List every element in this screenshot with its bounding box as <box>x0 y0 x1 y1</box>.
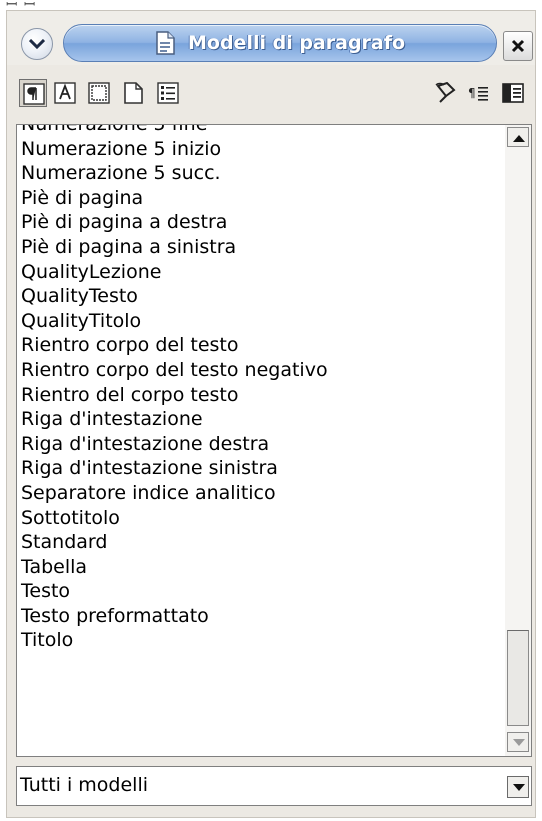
list-item[interactable]: Riga d'intestazione destra <box>17 432 505 457</box>
list-item[interactable]: Tabella <box>17 555 505 580</box>
list-styles-button[interactable] <box>154 79 182 107</box>
fill-format-mode-button[interactable] <box>431 79 459 107</box>
styles-list-box: Numerazione 5 fine Numerazione 5 inizio … <box>16 124 532 757</box>
list-item[interactable]: Riga d'intestazione <box>17 407 505 432</box>
update-style-button[interactable] <box>499 79 527 107</box>
styles-list[interactable]: Numerazione 5 fine Numerazione 5 inizio … <box>17 125 505 756</box>
list-item[interactable]: Numerazione 5 fine <box>17 125 505 137</box>
chevron-down-icon <box>29 39 45 49</box>
list-item[interactable]: QualityTitolo <box>17 309 505 334</box>
arrow-up-icon <box>513 135 525 142</box>
character-styles-button[interactable] <box>51 79 79 107</box>
list-item-selected-row: QualityTesto <box>17 284 505 309</box>
list-item[interactable]: Piè di pagina <box>17 186 505 211</box>
window-menu-button[interactable] <box>21 28 53 60</box>
svg-text:¶: ¶ <box>468 86 476 100</box>
list-item[interactable]: Riga d'intestazione sinistra <box>17 456 505 481</box>
arrow-down-icon <box>513 739 525 746</box>
scroll-down-button[interactable] <box>507 732 529 752</box>
chevron-down-icon <box>513 784 525 791</box>
frame-styles-icon <box>88 82 110 104</box>
scrollbar-thumb[interactable] <box>507 630 529 726</box>
new-style-from-selection-button[interactable]: ¶ <box>465 79 493 107</box>
list-item[interactable]: Testo <box>17 579 505 604</box>
document-icon <box>156 31 175 55</box>
stylist-toolbar: ¶ <box>7 73 535 117</box>
character-styles-icon <box>54 82 76 104</box>
list-item[interactable]: Titolo <box>17 628 505 653</box>
list-item[interactable]: Piè di pagina a sinistra <box>17 235 505 260</box>
stylist-window: Modelli di paragrafo ¶ Numerazione 5 ini… <box>6 10 536 818</box>
list-item[interactable]: Numerazione 5 inizio <box>17 137 505 162</box>
paragraph-styles-button[interactable] <box>19 79 47 107</box>
close-icon <box>511 39 525 53</box>
list-styles-icon <box>157 82 179 104</box>
list-item[interactable]: Rientro del corpo testo <box>17 383 505 408</box>
update-style-icon <box>502 83 524 103</box>
list-item[interactable]: Sottotitolo <box>17 506 505 531</box>
new-style-from-selection-icon: ¶ <box>468 86 488 101</box>
list-item-selected[interactable]: QualityTesto <box>21 285 138 307</box>
list-item[interactable]: Rientro corpo del testo <box>17 333 505 358</box>
filter-value: Tutti i modelli <box>20 774 149 796</box>
window-title: Modelli di paragrafo <box>188 32 406 54</box>
page-styles-icon <box>124 82 143 104</box>
background-window-fragment: ꟷ ꟷ <box>6 0 37 10</box>
list-item[interactable]: Piè di pagina a destra <box>17 210 505 235</box>
list-item[interactable]: Separatore indice analitico <box>17 481 505 506</box>
scroll-up-button[interactable] <box>507 127 529 147</box>
style-filter-dropdown[interactable]: Tutti i modelli <box>16 766 532 806</box>
paragraph-styles-icon <box>23 83 45 105</box>
list-item[interactable]: Testo preformattato <box>17 604 505 629</box>
list-item[interactable]: Standard <box>17 530 505 555</box>
list-item[interactable]: Rientro corpo del testo negativo <box>17 358 505 383</box>
list-item[interactable]: Numerazione 5 succ. <box>17 161 505 186</box>
title-pill: Modelli di paragrafo <box>63 24 497 62</box>
page-styles-button[interactable] <box>119 79 147 107</box>
vertical-scrollbar[interactable] <box>505 125 531 756</box>
filter-dropdown-button[interactable] <box>507 776 529 798</box>
list-item[interactable]: QualityLezione <box>17 260 505 285</box>
frame-styles-button[interactable] <box>85 79 113 107</box>
close-button[interactable] <box>503 31 533 61</box>
title-bar: Modelli di paragrafo <box>7 11 535 65</box>
fill-format-icon <box>435 82 456 103</box>
